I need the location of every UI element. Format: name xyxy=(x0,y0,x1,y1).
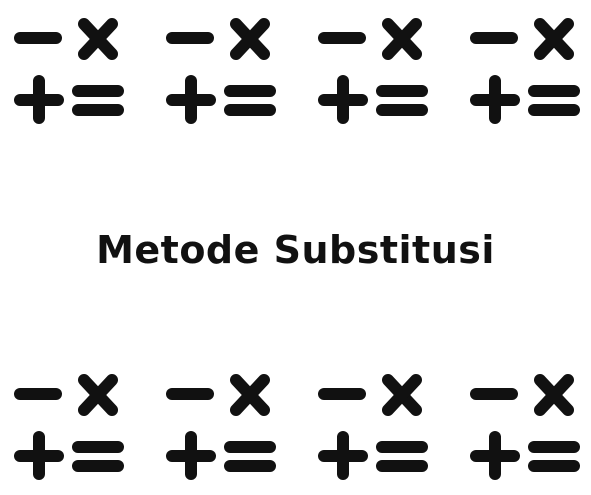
times-icon xyxy=(534,374,574,416)
plus-icon xyxy=(470,75,520,124)
plus-icon xyxy=(166,431,216,480)
times-icon xyxy=(230,18,270,60)
bottom-symbol-row xyxy=(0,370,591,480)
equals-icon xyxy=(72,441,124,472)
page-title: Metode Substitusi xyxy=(96,228,495,272)
times-icon xyxy=(534,18,574,60)
math-symbols-icon xyxy=(14,374,124,480)
math-symbols-icon xyxy=(14,18,124,124)
equals-icon xyxy=(224,85,276,116)
times-icon xyxy=(230,374,270,416)
math-symbols-group xyxy=(166,14,276,124)
plus-icon xyxy=(14,75,64,124)
math-symbols-group xyxy=(166,370,276,480)
math-symbols-group xyxy=(470,370,580,480)
math-symbols-icon xyxy=(470,18,580,124)
math-symbols-group xyxy=(14,14,124,124)
math-symbols-group xyxy=(318,14,428,124)
equals-icon xyxy=(376,85,428,116)
top-symbol-row xyxy=(0,14,591,124)
math-symbols-icon xyxy=(166,18,276,124)
plus-icon xyxy=(14,431,64,480)
math-symbols-icon xyxy=(318,18,428,124)
equals-icon xyxy=(224,441,276,472)
plus-icon xyxy=(318,431,368,480)
times-icon xyxy=(78,374,118,416)
math-symbols-group xyxy=(318,370,428,480)
equals-icon xyxy=(72,85,124,116)
equals-icon xyxy=(528,85,580,116)
math-symbols-icon xyxy=(166,374,276,480)
plus-icon xyxy=(470,431,520,480)
times-icon xyxy=(382,18,422,60)
math-symbols-icon xyxy=(318,374,428,480)
math-symbols-icon xyxy=(470,374,580,480)
equals-icon xyxy=(376,441,428,472)
equals-icon xyxy=(528,441,580,472)
times-icon xyxy=(382,374,422,416)
times-icon xyxy=(78,18,118,60)
math-symbols-group xyxy=(470,14,580,124)
math-symbols-group xyxy=(14,370,124,480)
plus-icon xyxy=(166,75,216,124)
plus-icon xyxy=(318,75,368,124)
